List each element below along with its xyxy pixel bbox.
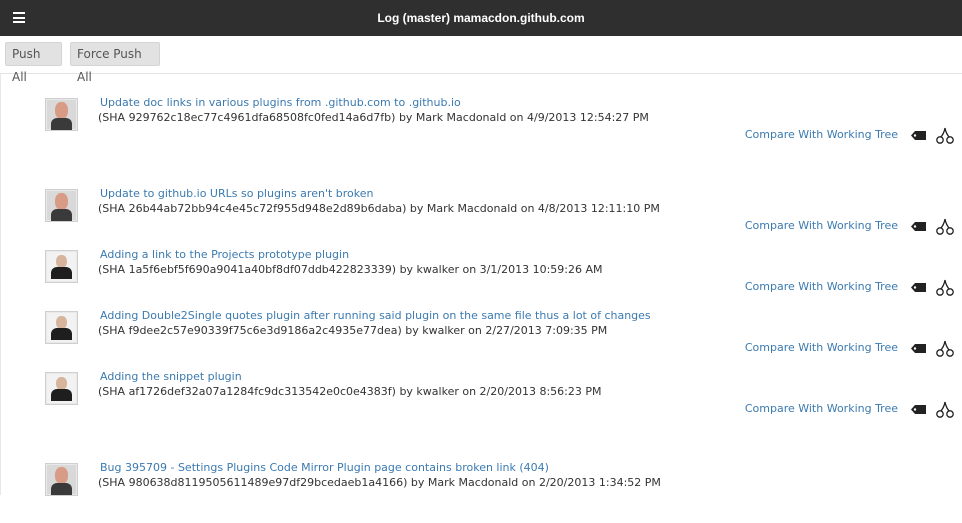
commit-entry: Update doc links in various plugins from…	[0, 96, 962, 158]
commit-meta: (SHA 1a5f6ebf5f690a9041a40bf8df07ddb4228…	[98, 263, 603, 276]
commit-meta: (SHA 26b44ab72bb94c4e45c72f955d948e2d89b…	[98, 202, 660, 215]
compare-with-working-tree-link[interactable]: Compare With Working Tree	[745, 341, 898, 354]
compare-with-working-tree-link[interactable]: Compare With Working Tree	[745, 128, 898, 141]
tag-icon[interactable]	[911, 344, 926, 353]
commit-message-link[interactable]: Update doc links in various plugins from…	[100, 96, 461, 109]
commit-message-link[interactable]: Update to github.io URLs so plugins aren…	[100, 187, 374, 200]
tag-icon[interactable]	[911, 222, 926, 231]
force-push-all-button[interactable]: Force Push All	[70, 42, 160, 84]
compare-with-working-tree-link[interactable]: Compare With Working Tree	[745, 280, 898, 293]
compare-with-working-tree-link[interactable]: Compare With Working Tree	[745, 219, 898, 232]
cherry-pick-icon[interactable]	[936, 340, 954, 357]
commit-entry: Adding the snippet plugin (SHA af1726def…	[0, 370, 962, 432]
avatar	[45, 189, 78, 222]
commit-entry: Adding a link to the Projects prototype …	[0, 248, 962, 310]
commit-entry: Bug 395709 - Settings Plugins Code Mirro…	[0, 461, 962, 523]
tag-icon[interactable]	[911, 131, 926, 140]
cherry-pick-icon[interactable]	[936, 279, 954, 296]
toolbar: Push All Force Push All	[0, 36, 962, 84]
commit-message-link[interactable]: Adding the snippet plugin	[100, 370, 242, 383]
tag-icon[interactable]	[911, 405, 926, 414]
commit-meta: (SHA f9dee2c57e90339f75c6e3d9186a2c4935e…	[98, 324, 608, 337]
avatar	[45, 372, 78, 405]
commit-entry: Adding Double2Single quotes plugin after…	[0, 309, 962, 371]
commit-message-link[interactable]: Adding Double2Single quotes plugin after…	[100, 309, 651, 322]
avatar	[45, 98, 78, 131]
avatar	[45, 463, 78, 496]
commit-message-link[interactable]: Adding a link to the Projects prototype …	[100, 248, 349, 261]
page-title: Log (master) mamacdon.github.com	[377, 11, 585, 25]
cherry-pick-icon[interactable]	[936, 127, 954, 144]
avatar	[45, 250, 78, 283]
commit-meta: (SHA 980638d8119505611489e97df29bcedaeb1…	[98, 476, 661, 489]
compare-with-working-tree-link[interactable]: Compare With Working Tree	[745, 402, 898, 415]
tag-icon[interactable]	[911, 283, 926, 292]
commit-meta: (SHA 929762c18ec77c4961dfa68508fc0fed14a…	[98, 111, 649, 124]
commit-entry: Update to github.io URLs so plugins aren…	[0, 187, 962, 249]
push-all-button[interactable]: Push All	[5, 42, 62, 84]
cherry-pick-icon[interactable]	[936, 218, 954, 235]
avatar	[45, 311, 78, 344]
commit-message-link[interactable]: Bug 395709 - Settings Plugins Code Mirro…	[100, 461, 549, 474]
commit-meta: (SHA af1726def32a07a1284fc9dc313542e0c0e…	[98, 385, 602, 398]
title-bar: Log (master) mamacdon.github.com	[0, 0, 962, 36]
cherry-pick-icon[interactable]	[936, 401, 954, 418]
